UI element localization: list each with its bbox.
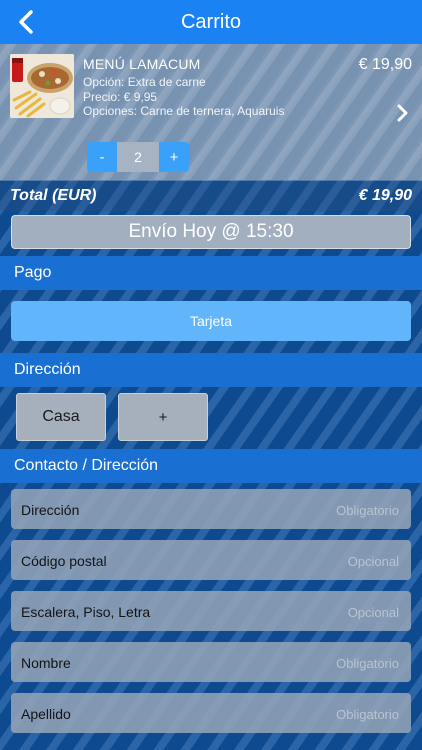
total-value: € 19,90	[358, 187, 412, 204]
chevron-right-icon	[397, 104, 408, 122]
postal-code-field: Código postal	[11, 540, 411, 580]
address-section-header: Dirección	[0, 353, 422, 387]
last-name-label: Apellido	[21, 706, 71, 722]
contact-section-header: Contacto / Dirección	[0, 449, 422, 483]
first-name-input[interactable]	[197, 650, 401, 676]
quantity-value: 2	[117, 142, 159, 172]
saved-address-button[interactable]: Casa	[16, 393, 106, 441]
address-field: Dirección	[11, 489, 411, 529]
first-name-label: Nombre	[21, 655, 71, 671]
payment-method-button[interactable]: Tarjeta	[11, 301, 411, 341]
navigation-bar: Carrito	[0, 0, 422, 44]
decrease-quantity-button[interactable]: -	[87, 142, 117, 172]
increase-quantity-button[interactable]: +	[159, 142, 189, 172]
contact-header-label: Contacto / Dirección	[14, 457, 159, 474]
first-name-field: Nombre	[11, 642, 411, 682]
floor-label: Escalera, Piso, Letra	[21, 604, 151, 620]
item-unit-price: Precio: € 9,95	[83, 90, 158, 104]
item-options: Opciones: Carne de ternera, Aquaruis	[83, 104, 285, 118]
back-button[interactable]	[14, 8, 40, 36]
address-input[interactable]	[197, 497, 401, 523]
item-detail-button[interactable]	[396, 104, 408, 122]
item-name: MENÚ LAMACUM	[83, 56, 201, 72]
last-name-field: Apellido	[11, 693, 411, 733]
total-bar: Total (EUR) € 19,90	[0, 180, 422, 211]
cart-item[interactable]: MENÚ LAMACUM Opción: Extra de carne Prec…	[0, 44, 422, 180]
item-option: Opción: Extra de carne	[83, 75, 206, 89]
postal-code-input[interactable]	[197, 548, 401, 574]
payment-section-header: Pago	[0, 256, 422, 290]
floor-field: Escalera, Piso, Letra	[11, 591, 411, 631]
floor-input[interactable]	[197, 599, 401, 625]
page-title: Carrito	[180, 10, 241, 33]
chevron-left-icon	[19, 10, 33, 34]
last-name-input[interactable]	[197, 701, 401, 727]
add-address-button[interactable]: +	[118, 393, 208, 441]
item-total-price: € 19,90	[358, 56, 412, 73]
delivery-time-button[interactable]: Envío Hoy @ 15:30	[11, 215, 411, 249]
product-image	[10, 54, 74, 118]
postal-code-label: Código postal	[21, 553, 107, 569]
address-field-label: Dirección	[21, 502, 80, 518]
total-label: Total (EUR)	[10, 187, 97, 204]
quantity-stepper: - 2 +	[87, 142, 189, 172]
payment-header-label: Pago	[14, 264, 52, 281]
address-header-label: Dirección	[14, 361, 81, 378]
